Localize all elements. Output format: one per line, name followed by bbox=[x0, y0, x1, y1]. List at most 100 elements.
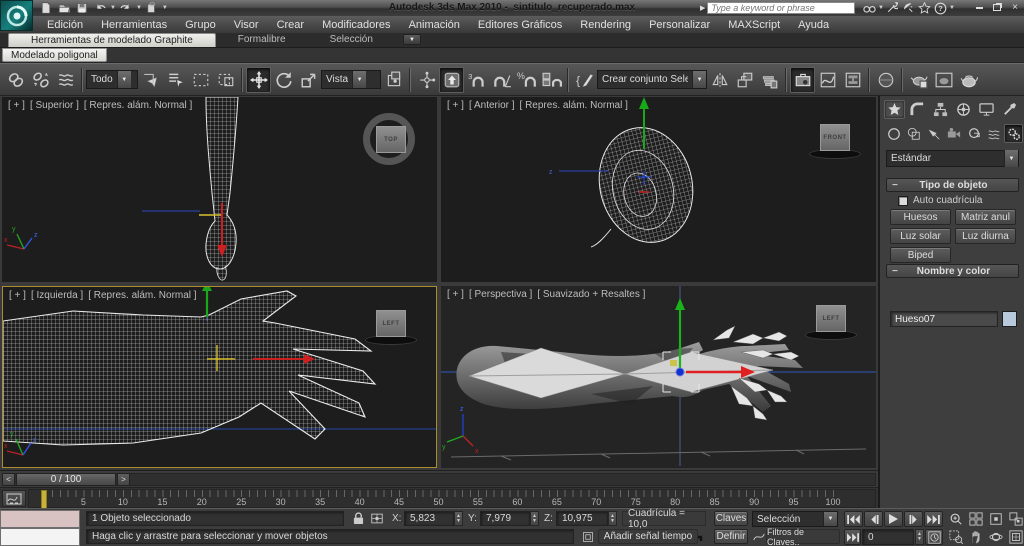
select-and-link-icon[interactable] bbox=[3, 67, 28, 93]
zoom-extents-icon[interactable] bbox=[986, 511, 1005, 527]
search-caret-icon[interactable]: ▼ bbox=[878, 5, 884, 11]
time-slider-handle[interactable]: 0 / 100 bbox=[16, 473, 116, 486]
z-coordinate-field[interactable]: 10,975 bbox=[556, 511, 608, 526]
search-input[interactable] bbox=[707, 2, 856, 14]
time-slider-prev-button[interactable]: < bbox=[2, 473, 15, 486]
collapse-icon[interactable]: − bbox=[892, 266, 898, 277]
spinner-snap-icon[interactable] bbox=[539, 67, 564, 93]
viewport-name[interactable]: [ Superior ] bbox=[30, 100, 79, 111]
x-coordinate-field[interactable]: 5,823 bbox=[404, 511, 454, 526]
project-folder-icon[interactable] bbox=[144, 2, 160, 15]
viewport-menu-plus[interactable]: [ + ] bbox=[447, 289, 464, 300]
window-crossing-icon[interactable] bbox=[213, 67, 238, 93]
menu-item-1[interactable]: Herramientas bbox=[92, 19, 176, 31]
time-configuration-icon[interactable] bbox=[925, 529, 943, 545]
viewport-shading[interactable]: [ Repres. alám. Normal ] bbox=[88, 290, 196, 301]
track-bar-ruler[interactable]: 0510152025303540455055606570758085909510… bbox=[28, 489, 876, 509]
render-production-icon[interactable] bbox=[956, 67, 981, 93]
z-spinner[interactable]: ▲ ▼ bbox=[608, 511, 617, 526]
keys-button[interactable]: Claves bbox=[714, 511, 748, 526]
viewport-menu-plus[interactable]: [ + ] bbox=[8, 100, 25, 111]
system-category-dropdown[interactable]: Estándar ▼ bbox=[886, 150, 1019, 167]
minimize-button[interactable] bbox=[972, 2, 986, 14]
communication-center-icon[interactable] bbox=[901, 2, 916, 15]
help-icon[interactable]: ? bbox=[933, 2, 948, 15]
key-mode-toggle-icon[interactable] bbox=[844, 529, 861, 545]
menu-item-5[interactable]: Modificadores bbox=[313, 19, 399, 31]
align-icon[interactable] bbox=[732, 67, 757, 93]
undo-caret-icon[interactable]: ▼ bbox=[110, 5, 116, 11]
lights-icon[interactable] bbox=[924, 124, 943, 143]
ribbon-tab-graphite[interactable]: Herramientas de modelado Graphite bbox=[8, 33, 216, 47]
frame-spinner[interactable]: ▲ ▼ bbox=[915, 529, 924, 545]
select-and-manipulate-icon[interactable] bbox=[414, 67, 439, 93]
viewport-front-label[interactable]: [ + ] [ Anterior ] [ Repres. alám. Normal … bbox=[447, 100, 633, 111]
render-setup-icon[interactable] bbox=[906, 67, 931, 93]
systems-icon[interactable] bbox=[1004, 124, 1023, 143]
previous-frame-icon[interactable] bbox=[864, 511, 883, 527]
dropdown-arrow-icon[interactable]: ▼ bbox=[823, 512, 837, 526]
space-warps-icon[interactable] bbox=[984, 124, 1003, 143]
viewport-perspective-label[interactable]: [ + ] [ Perspectiva ] [ Suavizado + Resalt… bbox=[447, 289, 650, 300]
go-to-start-icon[interactable] bbox=[844, 511, 863, 527]
keyboard-override-toggle-icon[interactable] bbox=[439, 66, 464, 93]
restore-button[interactable] bbox=[990, 2, 1004, 14]
object-button-luz-solar[interactable]: Luz solar bbox=[890, 228, 951, 244]
menu-item-3[interactable]: Visor bbox=[225, 19, 268, 31]
select-object-icon[interactable] bbox=[138, 67, 163, 93]
dropdown-arrow-icon[interactable]: ▼ bbox=[1004, 150, 1018, 167]
menu-item-6[interactable]: Animación bbox=[400, 19, 469, 31]
viewport-menu-plus[interactable]: [ + ] bbox=[447, 100, 464, 111]
menu-item-2[interactable]: Grupo bbox=[176, 19, 225, 31]
viewcube-top[interactable]: TOP bbox=[376, 126, 406, 153]
snap-toggle-3d-icon[interactable]: 3 bbox=[464, 67, 489, 93]
tab-create-icon[interactable] bbox=[884, 100, 905, 119]
ribbon-minimize-icon[interactable]: ▼ bbox=[402, 34, 421, 45]
unlink-selection-icon[interactable] bbox=[28, 67, 53, 93]
polygon-modeling-panel-button[interactable]: Modelado poligonal bbox=[2, 48, 107, 62]
save-icon[interactable] bbox=[74, 2, 90, 15]
menu-item-11[interactable]: Ayuda bbox=[789, 19, 838, 31]
autogrid-checkbox[interactable] bbox=[898, 195, 908, 206]
cameras-icon[interactable] bbox=[944, 124, 963, 143]
rendered-frame-window-icon[interactable] bbox=[931, 67, 956, 93]
selection-lock-icon[interactable] bbox=[350, 511, 366, 526]
helpers-icon[interactable] bbox=[964, 124, 983, 143]
play-animation-icon[interactable] bbox=[884, 511, 903, 527]
geometry-icon[interactable] bbox=[884, 124, 903, 143]
tab-modify-icon[interactable] bbox=[907, 100, 928, 119]
viewcube-left[interactable]: LEFT bbox=[376, 310, 406, 337]
viewport-name[interactable]: [ Izquierda ] bbox=[31, 290, 83, 301]
object-button-biped[interactable]: Biped bbox=[890, 247, 951, 263]
zoom-region-icon[interactable] bbox=[946, 529, 965, 545]
menu-item-7[interactable]: Editores Gráficos bbox=[469, 19, 571, 31]
add-time-tag-button[interactable]: Añadir señal tiempo bbox=[598, 529, 698, 544]
shapes-icon[interactable] bbox=[904, 124, 923, 143]
current-frame-field[interactable]: 0 bbox=[862, 529, 914, 545]
absolute-offset-mode-icon[interactable] bbox=[368, 511, 386, 526]
select-and-move-icon[interactable] bbox=[246, 66, 271, 93]
subscription-wrench-icon[interactable] bbox=[885, 2, 900, 15]
graphite-toolbar-toggle-icon[interactable] bbox=[790, 66, 815, 93]
object-color-swatch[interactable] bbox=[1002, 311, 1017, 327]
favorites-star-icon[interactable] bbox=[917, 2, 932, 15]
use-pivot-center-icon[interactable] bbox=[381, 67, 406, 93]
maximize-viewport-toggle-icon[interactable] bbox=[1006, 529, 1024, 545]
menu-item-9[interactable]: Personalizar bbox=[640, 19, 719, 31]
select-and-rotate-icon[interactable] bbox=[271, 67, 296, 93]
search-expand-icon[interactable]: ▶ bbox=[700, 4, 705, 12]
viewport-left-active[interactable]: [ + ] [ Izquierda ] [ Repres. alám. Normal… bbox=[2, 286, 437, 468]
viewport-front[interactable]: [ + ] [ Anterior ] [ Repres. alám. Normal … bbox=[441, 97, 876, 282]
redo-icon[interactable] bbox=[118, 2, 134, 15]
ribbon-tab-freeform[interactable]: Formalibre bbox=[216, 33, 308, 47]
layer-manager-icon[interactable] bbox=[757, 67, 782, 93]
zoom-icon[interactable] bbox=[946, 511, 965, 527]
dropdown-arrow-icon[interactable]: ▼ bbox=[352, 71, 367, 88]
selection-filter-dropdown[interactable]: Todo ▼ bbox=[86, 70, 138, 89]
viewport-menu-plus[interactable]: [ + ] bbox=[9, 290, 26, 301]
viewport-perspective[interactable]: [ + ] [ Perspectiva ] [ Suavizado + Resalt… bbox=[441, 286, 876, 468]
ribbon-tab-selection[interactable]: Selección bbox=[308, 33, 395, 47]
viewport-top-label[interactable]: [ + ] [ Superior ] [ Repres. alám. Normal … bbox=[8, 100, 197, 111]
angle-snap-icon[interactable] bbox=[489, 67, 514, 93]
bind-to-spacewarp-icon[interactable] bbox=[53, 67, 78, 93]
